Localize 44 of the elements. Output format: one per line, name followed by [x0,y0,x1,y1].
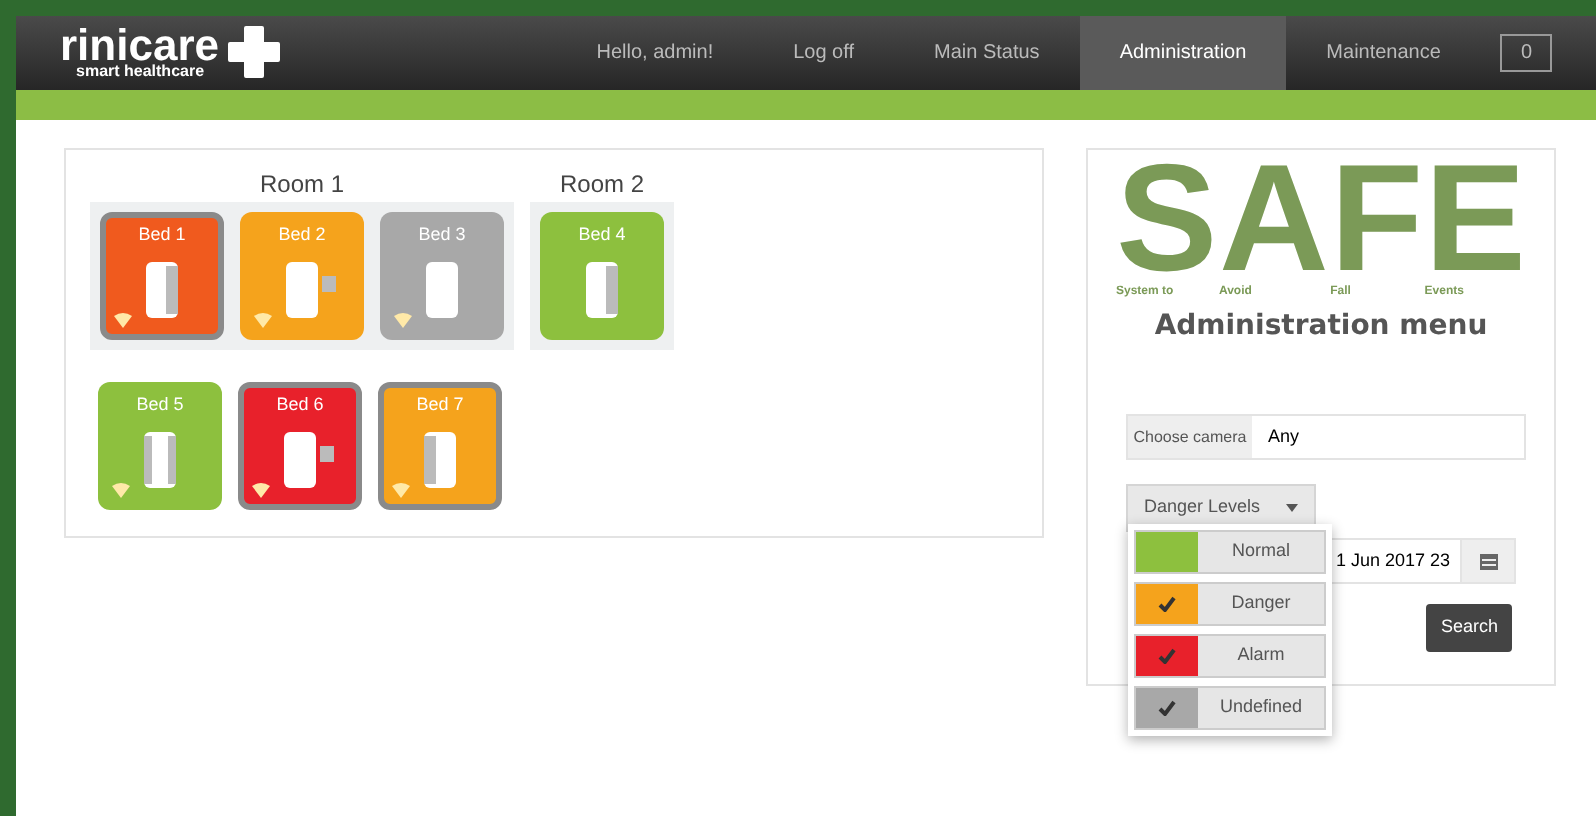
caret-icon [1285,503,1298,512]
bed-label: Bed 7 [414,392,466,418]
wifi-icon [252,482,270,498]
cross-logo-icon [227,26,279,79]
level-option[interactable]: Undefined [1134,686,1326,730]
wifi-icon [394,312,412,328]
counter-badge[interactable]: 0 [1500,34,1552,72]
camera-field[interactable]: Choose camera Any [1126,414,1526,461]
wifi-icon [112,482,130,498]
bed-label: Bed 4 [576,222,628,248]
level-option[interactable]: Normal [1134,530,1326,574]
logo-letter: E [1424,158,1526,283]
bed-label: Bed 5 [134,392,186,418]
check-icon [1158,596,1176,612]
room-title: Room 2 [557,168,647,202]
nav-link[interactable]: Main Status [894,16,1080,90]
logo-letter: S [1116,158,1218,283]
panel-title: Administration menu [1152,308,1490,347]
level-option[interactable]: Alarm [1134,634,1326,678]
wifi-icon [254,312,272,328]
nav-link[interactable]: Hello, admin! [556,16,754,90]
bed-tile[interactable]: Bed 6 [238,382,362,510]
level-option[interactable]: Danger [1134,582,1326,626]
check-icon [1158,700,1176,716]
brand-tagline: smart healthcare [74,64,207,81]
logo-letter: A [1218,158,1329,283]
wifi-icon [114,312,132,328]
bed-label: Bed 3 [416,222,468,248]
bed-label: Bed 2 [276,222,328,248]
calendar-button[interactable] [1460,540,1514,582]
bed-label: Bed 6 [274,392,326,418]
date-picker[interactable]: 1 Jun 2017 23 [1326,538,1516,584]
calendar-icon [1479,552,1497,570]
nav-link[interactable]: Maintenance [1286,16,1481,90]
check-icon [1158,648,1176,664]
brand-name: rinicare [60,25,219,65]
search-button[interactable]: Search [1426,604,1512,651]
wifi-icon [392,482,410,498]
room-title: Room 1 [257,168,347,202]
logo-letter: F [1330,158,1424,283]
nav-link[interactable]: Log off [753,16,894,90]
bed-tile[interactable]: Bed 1 [100,212,224,340]
bed-label: Bed 1 [136,222,188,248]
nav-link[interactable]: Administration [1079,16,1287,90]
